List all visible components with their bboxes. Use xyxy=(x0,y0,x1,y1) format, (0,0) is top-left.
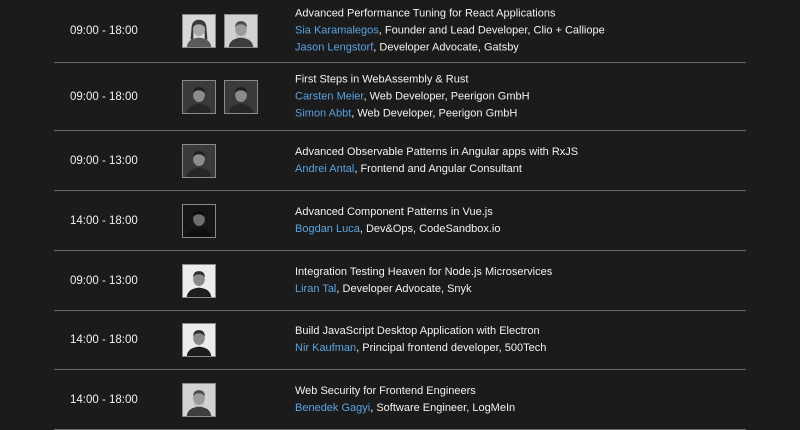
speaker-line: Carsten Meier, Web Developer, Peerigon G… xyxy=(295,88,530,105)
session-time: 09:00 - 13:00 xyxy=(70,154,138,167)
speaker-avatars xyxy=(182,79,258,114)
session-info: Integration Testing Heaven for Node.js M… xyxy=(295,264,552,298)
session-row: 09:00 - 13:00 Integration Testing Heaven… xyxy=(54,251,746,311)
session-title: Build JavaScript Desktop Application wit… xyxy=(295,325,540,337)
speaker-role: , Web Developer, Peerigon GmbH xyxy=(351,107,518,119)
speaker-line: Nir Kaufman, Principal frontend develope… xyxy=(295,340,546,357)
speaker-role: , Software Engineer, LogMeIn xyxy=(370,401,516,414)
session-time: 09:00 - 18:00 xyxy=(70,90,138,103)
session-row: 14:00 - 18:00 Build JavaScript Desktop A… xyxy=(54,311,746,370)
speaker-avatars xyxy=(182,382,216,417)
session-info: Advanced Performance Tuning for React Ap… xyxy=(295,6,605,57)
speaker-avatar[interactable] xyxy=(182,382,216,417)
speaker-role: , Principal frontend developer, 500Tech xyxy=(356,342,547,354)
speaker-avatar[interactable] xyxy=(224,14,258,48)
speaker-name-link[interactable]: Nir Kaufman xyxy=(295,342,356,354)
session-title: Advanced Observable Patterns in Angular … xyxy=(295,145,579,158)
speaker-line: Jason Lengstorf, Developer Advocate, Gat… xyxy=(295,40,605,57)
speaker-avatars xyxy=(182,263,216,298)
speaker-name-link[interactable]: Sia Karamalegos xyxy=(295,25,379,37)
speaker-avatars xyxy=(182,14,258,48)
speaker-line: Simon Abbt, Web Developer, Peerigon GmbH xyxy=(295,105,530,122)
speaker-name-link[interactable]: Jason Lengstorf xyxy=(295,42,373,54)
speaker-role: , Web Developer, Peerigon GmbH xyxy=(363,90,530,102)
session-title: Advanced Performance Tuning for React Ap… xyxy=(295,7,556,20)
workshop-schedule: 09:00 - 18:00 Advanced Performance Tunin… xyxy=(54,0,746,430)
speaker-avatar[interactable] xyxy=(182,14,216,48)
session-title: First Steps in WebAssembly & Rust xyxy=(295,73,469,85)
session-info: First Steps in WebAssembly & Rust Carsten… xyxy=(295,71,530,122)
session-title: Advanced Component Patterns in Vue.js xyxy=(295,205,493,218)
speaker-line: Liran Tal, Developer Advocate, Snyk xyxy=(295,281,552,298)
speaker-role: , Frontend and Angular Consultant xyxy=(354,162,522,175)
speaker-role: , Developer Advocate, Gatsby xyxy=(373,41,519,54)
session-row: 09:00 - 18:00 Advanced Performance Tunin… xyxy=(54,0,746,63)
session-info: Advanced Observable Patterns in Angular … xyxy=(295,144,578,178)
speaker-avatars xyxy=(182,323,216,357)
speaker-name-link[interactable]: Liran Tal xyxy=(295,283,336,295)
speaker-role: , Developer Advocate, Snyk xyxy=(336,282,472,295)
speaker-avatars xyxy=(182,203,216,238)
speaker-avatar[interactable] xyxy=(182,263,216,298)
speaker-name-link[interactable]: Andrei Antal xyxy=(295,163,354,175)
speaker-avatar[interactable] xyxy=(182,79,216,114)
speaker-name-link[interactable]: Simon Abbt xyxy=(295,107,351,119)
session-row: 09:00 - 18:00 First Steps in WebAssembly… xyxy=(54,63,746,131)
speaker-avatars xyxy=(182,143,216,178)
speaker-line: Sia Karamalegos, Founder and Lead Develo… xyxy=(295,23,605,40)
speaker-role: , Dev&Ops, CodeSandbox.io xyxy=(359,222,501,235)
session-info: Web Security for Frontend Engineers Bened… xyxy=(295,383,515,417)
speaker-role: , Founder and Lead Developer, Clio + Cal… xyxy=(378,24,605,37)
session-row: 14:00 - 18:00 Web Security for Frontend … xyxy=(54,370,746,430)
speaker-avatar[interactable] xyxy=(224,79,258,114)
speaker-name-link[interactable]: Carsten Meier xyxy=(295,90,363,102)
session-title: Integration Testing Heaven for Node.js M… xyxy=(295,265,553,278)
speaker-name-link[interactable]: Benedek Gagyi xyxy=(295,402,370,414)
session-time: 14:00 - 18:00 xyxy=(70,334,138,346)
session-title: Web Security for Frontend Engineers xyxy=(295,384,476,397)
session-row: 09:00 - 13:00 Advanced Observable Patter… xyxy=(54,131,746,191)
session-time: 14:00 - 18:00 xyxy=(70,393,138,406)
session-info: Build JavaScript Desktop Application wit… xyxy=(295,323,546,357)
speaker-line: Bogdan Luca, Dev&Ops, CodeSandbox.io xyxy=(295,221,500,238)
speaker-name-link[interactable]: Bogdan Luca xyxy=(295,223,360,235)
session-row: 14:00 - 18:00 Advanced Component Pattern… xyxy=(54,191,746,251)
speaker-avatar[interactable] xyxy=(182,203,216,238)
session-time: 09:00 - 18:00 xyxy=(70,25,138,37)
speaker-line: Benedek Gagyi, Software Engineer, LogMeI… xyxy=(295,400,515,417)
speaker-avatar[interactable] xyxy=(182,143,216,178)
session-time: 14:00 - 18:00 xyxy=(70,214,138,227)
session-time: 09:00 - 13:00 xyxy=(70,274,138,287)
speaker-line: Andrei Antal, Frontend and Angular Consu… xyxy=(295,161,578,178)
session-info: Advanced Component Patterns in Vue.js Bog… xyxy=(295,204,500,238)
speaker-avatar[interactable] xyxy=(182,323,216,357)
